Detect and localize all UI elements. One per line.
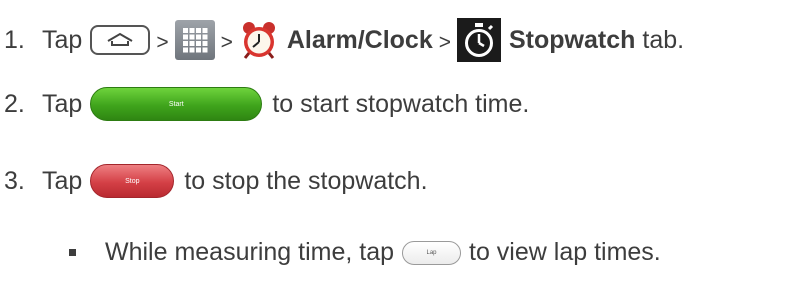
alarm-clock-icon bbox=[239, 20, 279, 60]
bullet-text: While measuring time, tap bbox=[105, 238, 395, 266]
step-number: 1. bbox=[4, 25, 25, 54]
bullet-item: While measuring time, tap Lap to view la… bbox=[0, 238, 661, 267]
stop-button: Stop bbox=[90, 164, 175, 198]
separator: > bbox=[220, 31, 233, 54]
apps-icon bbox=[174, 20, 215, 60]
step-text: Tap bbox=[42, 89, 83, 118]
step-text: Tap bbox=[42, 166, 83, 195]
step-text: tab. bbox=[642, 25, 685, 54]
start-button: Start bbox=[90, 87, 263, 121]
step-text: to stop the stopwatch. bbox=[184, 166, 428, 195]
bullet-text: to view lap times. bbox=[469, 238, 661, 266]
step-number: 2. bbox=[4, 89, 25, 118]
alarm-clock-label: Alarm/Clock bbox=[286, 25, 433, 54]
lap-button: Lap bbox=[402, 240, 462, 265]
separator: > bbox=[156, 31, 169, 54]
stopwatch-icon bbox=[457, 18, 501, 62]
step-text: to start stopwatch time. bbox=[272, 89, 530, 118]
step-2: 2. Tap Start to start stopwatch time. bbox=[0, 87, 529, 121]
stopwatch-label: Stopwatch bbox=[509, 25, 636, 54]
home-key-icon bbox=[90, 25, 151, 55]
step-text: Tap bbox=[42, 25, 83, 54]
step-1: 1. Tap > > Alarm/Clock > Stopwatch tab. bbox=[0, 18, 684, 62]
separator: > bbox=[438, 31, 451, 54]
step-number: 3. bbox=[4, 166, 25, 195]
step-3: 3. Tap Stop to stop the stopwatch. bbox=[0, 164, 428, 198]
bullet-marker bbox=[69, 249, 76, 256]
